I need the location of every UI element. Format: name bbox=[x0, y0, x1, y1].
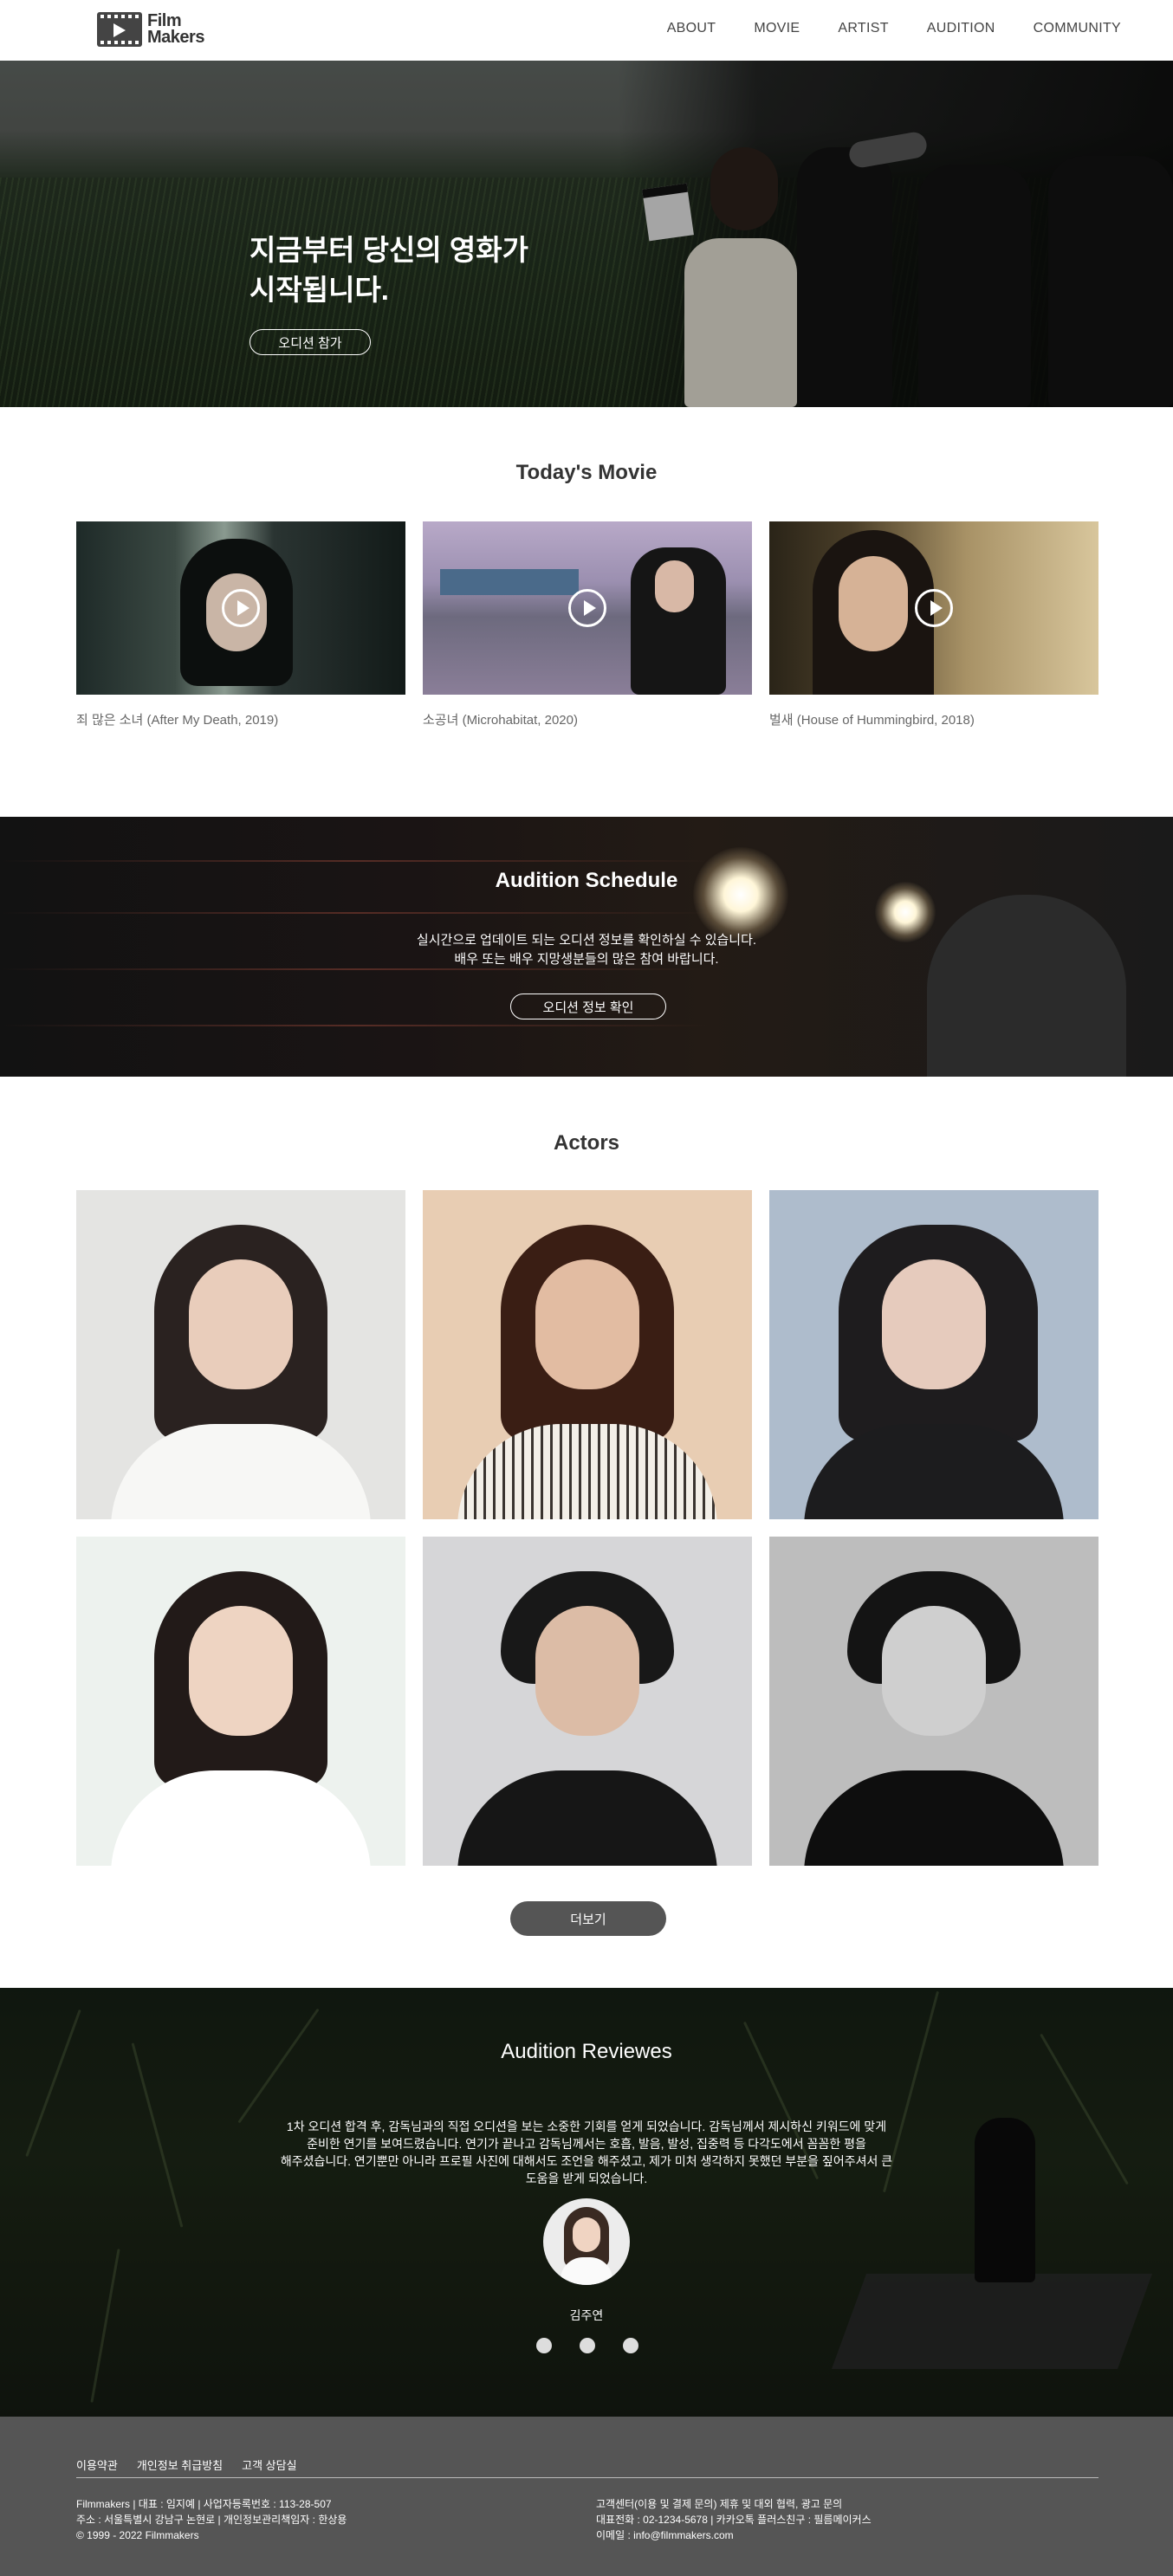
footer-info-line: 대표전화 : 02-1234-5678 | 카카오톡 플러스친구 : 필름메이커… bbox=[596, 2514, 872, 2526]
actor-photo[interactable] bbox=[76, 1537, 405, 1866]
nav-audition[interactable]: AUDITION bbox=[927, 21, 995, 36]
avatar-face bbox=[573, 2217, 600, 2252]
footer-links: 이용약관 개인정보 취급방침 고객 상담실 bbox=[76, 2456, 297, 2473]
light-streak bbox=[0, 1025, 710, 1026]
nav-community[interactable]: COMMUNITY bbox=[1034, 21, 1121, 36]
audition-schedule-title: Audition Schedule bbox=[495, 869, 678, 892]
footer-info-line: 고객센터(이용 및 결제 문의) 제휴 및 대외 협력, 광고 문의 bbox=[596, 2498, 843, 2510]
actor-body bbox=[804, 1770, 1064, 1866]
actor-photo[interactable] bbox=[769, 1537, 1098, 1866]
site-header: Film Makers ABOUT MOVIE ARTIST AUDITION … bbox=[0, 0, 1173, 61]
actor-body bbox=[111, 1770, 371, 1866]
footer-link-terms[interactable]: 이용약관 bbox=[76, 2456, 118, 2473]
review-line: 해주셨습니다. 연기뿐만 아니라 프로필 사진에 대해서도 조언을 해주셨고, … bbox=[280, 2154, 893, 2168]
actor-photo[interactable] bbox=[76, 1190, 405, 1519]
reviewer-avatar bbox=[543, 2198, 630, 2285]
film-play-icon bbox=[97, 12, 142, 47]
review-line: 준비한 연기를 보여드렸습니다. 연기가 끝나고 감독님께서는 호흡, 발음, … bbox=[307, 2137, 866, 2151]
footer-info-line: Filmmakers | 대표 : 임지예 | 사업자등록번호 : 113-28… bbox=[76, 2498, 332, 2510]
site-footer: 이용약관 개인정보 취급방침 고객 상담실 Filmmakers | 대표 : … bbox=[0, 2417, 1173, 2576]
todays-movie-title: Today's Movie bbox=[515, 461, 658, 484]
review-text: 1차 오디션 합격 후, 감독님과의 직접 오디션을 보는 소중한 기회를 얻게… bbox=[247, 2118, 926, 2187]
hero-title-line-2: 시작됩니다. bbox=[250, 274, 389, 306]
movie-thumbnail[interactable] bbox=[76, 521, 405, 695]
movie-still-face bbox=[655, 560, 694, 612]
actor-photo[interactable] bbox=[423, 1537, 752, 1866]
review-line: 도움을 받게 되었습니다. bbox=[525, 2171, 648, 2185]
audition-join-button[interactable]: 오디션 참가 bbox=[250, 329, 371, 355]
silhouette-image bbox=[927, 895, 1126, 1077]
play-icon[interactable] bbox=[222, 589, 260, 627]
actor-face bbox=[882, 1259, 986, 1389]
actor-face bbox=[535, 1259, 639, 1389]
movie-card[interactable]: 벌새 (House of Hummingbird, 2018) bbox=[769, 521, 1098, 728]
more-actors-button[interactable]: 더보기 bbox=[510, 1901, 666, 1936]
actor-photo[interactable] bbox=[423, 1190, 752, 1519]
hero-title: 지금부터 당신의 영화가 시작됩니다. bbox=[250, 230, 613, 310]
audition-schedule-desc: 실시간으로 업데이트 되는 오디션 정보를 확인하실 수 있습니다. 배우 또는… bbox=[0, 931, 1173, 969]
carousel-dot[interactable] bbox=[536, 2338, 552, 2353]
play-icon[interactable] bbox=[915, 589, 953, 627]
movie-thumbnail[interactable] bbox=[423, 521, 752, 695]
actor-face bbox=[189, 1606, 293, 1736]
footer-link-support[interactable]: 고객 상담실 bbox=[242, 2456, 296, 2473]
movie-card[interactable]: 소공녀 (Microhabitat, 2020) bbox=[423, 521, 752, 728]
movie-thumbnail[interactable] bbox=[769, 521, 1098, 695]
actor-body bbox=[457, 1770, 717, 1866]
nav-about[interactable]: ABOUT bbox=[667, 21, 716, 36]
footer-copyright: © 1999 - 2022 Filmmakers bbox=[76, 2529, 199, 2541]
actor-face bbox=[189, 1259, 293, 1389]
carousel-dot[interactable] bbox=[623, 2338, 638, 2353]
audition-reviews-section: Audition Reviewes 1차 오디션 합격 후, 감독님과의 직접 … bbox=[0, 1988, 1173, 2417]
actor-body bbox=[457, 1424, 717, 1519]
footer-email: 이메일 : info@filmmakers.com bbox=[596, 2529, 734, 2541]
schedule-desc-line-1: 실시간으로 업데이트 되는 오디션 정보를 확인하실 수 있습니다. bbox=[416, 933, 757, 948]
logo-text: Film Makers bbox=[147, 12, 204, 47]
actor-face bbox=[882, 1606, 986, 1736]
actor-face bbox=[535, 1606, 639, 1736]
main-nav: ABOUT MOVIE ARTIST AUDITION COMMUNITY bbox=[667, 21, 1121, 36]
review-line: 1차 오디션 합격 후, 감독님과의 직접 오디션을 보는 소중한 기회를 얻게… bbox=[286, 2120, 887, 2133]
footer-contact-info: 고객센터(이용 및 결제 문의) 제휴 및 대외 협력, 광고 문의 대표전화 … bbox=[596, 2496, 872, 2543]
audition-info-button[interactable]: 오디션 정보 확인 bbox=[510, 994, 666, 1019]
movie-still-bus bbox=[440, 569, 579, 595]
hero-banner: 지금부터 당신의 영화가 시작됩니다. 오디션 참가 bbox=[0, 61, 1173, 407]
audition-schedule-section: Audition Schedule 실시간으로 업데이트 되는 오디션 정보를 … bbox=[0, 817, 1173, 1077]
light-streak bbox=[0, 912, 710, 914]
actor-body bbox=[804, 1424, 1064, 1519]
movie-caption: 죄 많은 소녀 (After My Death, 2019) bbox=[76, 713, 279, 728]
nav-artist[interactable]: ARTIST bbox=[838, 21, 888, 36]
stage-light-image bbox=[693, 847, 788, 942]
logo-line-2: Makers bbox=[147, 28, 204, 47]
audition-reviews-title: Audition Reviewes bbox=[501, 2040, 672, 2063]
footer-link-privacy[interactable]: 개인정보 취급방침 bbox=[137, 2456, 223, 2473]
carousel-dots bbox=[536, 2338, 638, 2353]
logo[interactable]: Film Makers bbox=[97, 12, 204, 47]
movie-card[interactable]: 죄 많은 소녀 (After My Death, 2019) bbox=[76, 521, 405, 728]
movie-caption: 벌새 (House of Hummingbird, 2018) bbox=[769, 713, 975, 728]
actor-photo[interactable] bbox=[769, 1190, 1098, 1519]
movie-still-face bbox=[839, 556, 908, 651]
light-streak bbox=[0, 860, 710, 862]
footer-info-line: 주소 : 서울특별시 강남구 논현로 | 개인정보관리책임자 : 한상용 bbox=[76, 2514, 347, 2526]
nav-movie[interactable]: MOVIE bbox=[754, 21, 800, 36]
schedule-desc-line-2: 배우 또는 배우 지망생분들의 많은 참여 바랍니다. bbox=[454, 952, 719, 967]
carousel-dot[interactable] bbox=[580, 2338, 595, 2353]
movie-caption: 소공녀 (Microhabitat, 2020) bbox=[423, 713, 578, 728]
footer-company-info: Filmmakers | 대표 : 임지예 | 사업자등록번호 : 113-28… bbox=[76, 2496, 347, 2543]
reviewer-name: 김주연 bbox=[569, 2308, 604, 2322]
actor-body bbox=[111, 1424, 371, 1519]
play-icon[interactable] bbox=[568, 589, 606, 627]
actors-title: Actors bbox=[553, 1131, 620, 1155]
footer-divider bbox=[76, 2477, 1098, 2478]
hero-title-line-1: 지금부터 당신의 영화가 bbox=[250, 234, 528, 266]
